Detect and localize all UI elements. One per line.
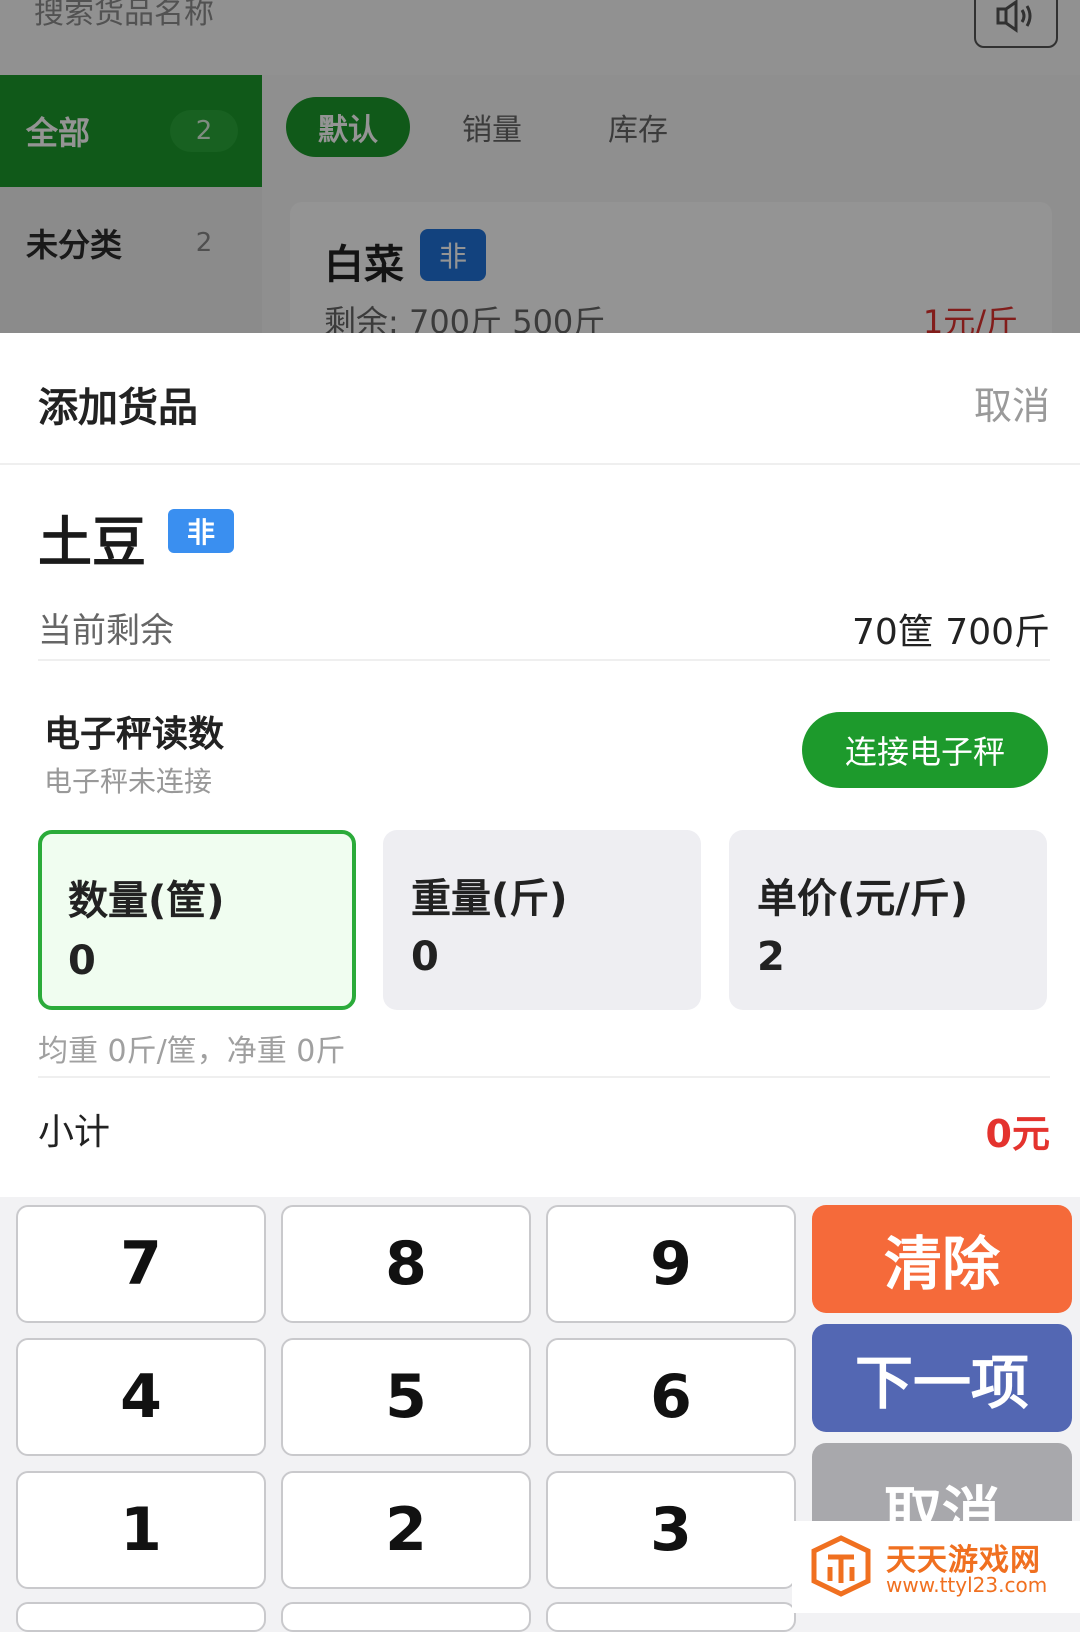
background-page: 搜索货品名称 全部 2 未分类 2 默认 销量 库存 白菜 非 剩余: 700斤… [0,0,1080,333]
watermark: 天天游戏网 www.ttyl23.com [792,1521,1080,1613]
key-5[interactable]: 5 [281,1338,531,1456]
key-4[interactable]: 4 [16,1338,266,1456]
scale-title: 电子秤读数 [44,714,225,755]
unit-price-field[interactable]: 单价(元/斤) 2 [729,830,1047,1010]
remaining-value: 70筐 700斤 [852,612,1050,653]
key-row-partial[interactable] [16,1602,266,1632]
key-9[interactable]: 9 [546,1205,796,1323]
key-6[interactable]: 6 [546,1338,796,1456]
key-2[interactable]: 2 [281,1471,531,1589]
modal-overlay[interactable] [0,0,1080,333]
add-product-sheet: 添加货品 取消 土豆 非 当前剩余 70筐 700斤 电子秤读数 电子秤未连接 … [0,333,1080,1197]
field-label: 数量(筐) [68,878,225,924]
key-row-partial[interactable] [546,1602,796,1632]
product-name: 土豆 [38,511,146,574]
product-tag: 非 [168,509,234,553]
key-1[interactable]: 1 [16,1471,266,1589]
key-row-partial[interactable] [281,1602,531,1632]
remaining-label: 当前剩余 [38,611,174,651]
scale-status: 电子秤未连接 [44,765,213,798]
site-logo-icon [811,1535,871,1597]
watermark-url: www.ttyl23.com [886,1573,1048,1597]
next-item-button[interactable]: 下一项 [812,1324,1072,1432]
sheet-cancel-button[interactable]: 取消 [974,375,1050,430]
field-label: 单价(元/斤) [757,876,969,922]
weight-field[interactable]: 重量(斤) 0 [383,830,701,1010]
quantity-field[interactable]: 数量(筐) 0 [38,830,356,1010]
divider [38,659,1050,661]
key-8[interactable]: 8 [281,1205,531,1323]
clear-button[interactable]: 清除 [812,1205,1072,1313]
average-weight-text: 均重 0斤/筐，净重 0斤 [38,1034,346,1069]
key-3[interactable]: 3 [546,1471,796,1589]
subtotal-label: 小计 [38,1112,111,1153]
key-7[interactable]: 7 [16,1205,266,1323]
field-value: 2 [757,934,785,980]
divider [38,1076,1050,1078]
field-label: 重量(斤) [411,876,568,922]
connect-scale-button[interactable]: 连接电子秤 [802,712,1048,788]
subtotal-value: 0元 [985,1112,1050,1156]
field-value: 0 [411,934,439,980]
field-value: 0 [68,938,96,984]
sheet-header: 添加货品 取消 [0,333,1080,465]
sheet-title: 添加货品 [38,385,198,431]
